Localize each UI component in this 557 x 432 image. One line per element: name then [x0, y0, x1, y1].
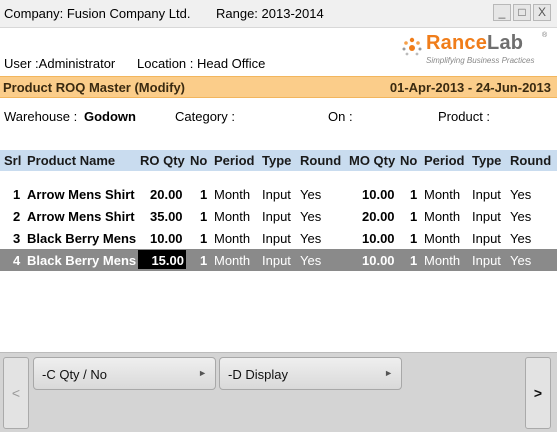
table-row[interactable]: 3 Black Berry Mens 10.00 1 Month Input Y…	[0, 227, 557, 249]
current-user: User :Administrator	[4, 56, 116, 71]
display-button[interactable]: -D Display ►	[219, 357, 402, 390]
cell-ro-type[interactable]: Input	[262, 187, 291, 202]
window-titlebar: Company: Fusion Company Ltd. Range: 2013…	[0, 0, 557, 28]
logo-brand-lab: Lab	[487, 32, 524, 54]
cell-srl: 3	[13, 231, 21, 246]
cell-product: Arrow Mens Shirt	[27, 209, 135, 224]
cell-mo-period[interactable]: Month	[424, 231, 460, 246]
cell-ro-no[interactable]: 1	[200, 253, 207, 268]
warehouse-label: Warehouse :	[4, 109, 78, 124]
cell-ro-round[interactable]: Yes	[300, 253, 321, 268]
cell-ro-no[interactable]: 1	[200, 209, 207, 224]
col-ro-period: Period	[214, 153, 255, 168]
col-ro-qty: RO Qty	[140, 153, 185, 168]
cell-mo-round[interactable]: Yes	[510, 253, 531, 268]
on-label: On :	[328, 109, 353, 124]
cell-ro-qty[interactable]: 20.00	[150, 187, 183, 202]
window-controls: _ □ X	[493, 4, 551, 21]
cell-ro-round[interactable]: Yes	[300, 187, 321, 202]
cell-ro-type[interactable]: Input	[262, 253, 291, 268]
col-mo-period: Period	[424, 153, 465, 168]
company-name: Company: Fusion Company Ltd.	[4, 6, 191, 21]
prev-page-button[interactable]: <	[3, 357, 29, 429]
function-key-bar: < -C Qty / No ► -D Display ► >	[0, 352, 557, 432]
cell-mo-type[interactable]: Input	[472, 253, 501, 268]
cell-ro-period[interactable]: Month	[214, 209, 250, 224]
cell-mo-period[interactable]: Month	[424, 253, 460, 268]
cell-ro-period[interactable]: Month	[214, 253, 250, 268]
cell-srl: 2	[13, 209, 21, 224]
ro-qty-edit-field[interactable]: 15.00	[138, 250, 186, 269]
cell-mo-period[interactable]: Month	[424, 209, 460, 224]
qty-no-button-label: -C Qty / No	[42, 367, 108, 382]
cell-mo-type[interactable]: Input	[472, 209, 501, 224]
category-label: Category :	[175, 109, 235, 124]
table-header: Srl Product Name RO Qty No Period Type R…	[0, 150, 557, 171]
cell-mo-round[interactable]: Yes	[510, 187, 531, 202]
cell-mo-qty[interactable]: 10.00	[362, 231, 395, 246]
display-button-label: -D Display	[228, 367, 288, 382]
next-page-button[interactable]: >	[525, 357, 551, 429]
cell-mo-qty[interactable]: 10.00	[362, 187, 395, 202]
chevron-right-icon: ►	[384, 368, 393, 378]
current-location: Location : Head Office	[137, 56, 266, 71]
col-ro-round: Round	[300, 153, 342, 168]
cell-mo-no[interactable]: 1	[410, 231, 417, 246]
col-mo-qty: MO Qty	[349, 153, 396, 168]
logo-dots-icon	[402, 37, 422, 56]
cell-product: Black Berry Mens	[27, 231, 137, 246]
cell-mo-no[interactable]: 1	[410, 253, 417, 268]
financial-range: Range: 2013-2014	[216, 6, 324, 21]
close-button[interactable]: X	[533, 4, 551, 21]
cell-mo-no[interactable]: 1	[410, 209, 417, 224]
rancelab-logo: RanceLab ® Simplifying Business Practice…	[400, 32, 550, 70]
cell-mo-qty[interactable]: 10.00	[362, 253, 395, 268]
col-srl: Srl	[4, 153, 22, 168]
cell-ro-no[interactable]: 1	[200, 187, 207, 202]
minimize-button[interactable]: _	[493, 4, 511, 21]
cell-ro-period[interactable]: Month	[214, 187, 250, 202]
screen-title: Product ROQ Master (Modify)	[3, 80, 186, 95]
col-mo-no: No	[400, 153, 418, 168]
logo-tagline: Simplifying Business Practices	[426, 56, 535, 65]
col-product-name: Product Name	[27, 153, 116, 168]
col-ro-no: No	[190, 153, 208, 168]
table-row-selected[interactable]: 4 Black Berry Mens 15.00 1 Month Input Y…	[0, 249, 557, 271]
cell-product: Arrow Mens Shirt	[27, 187, 135, 202]
cell-srl: 4	[13, 253, 21, 268]
filter-bar: Warehouse : Godown Category : On : Produ…	[0, 98, 557, 134]
cell-ro-qty[interactable]: 10.00	[150, 231, 183, 246]
col-mo-round: Round	[510, 153, 552, 168]
logo-registered-mark: ®	[542, 32, 548, 39]
product-label: Product :	[438, 109, 491, 124]
period-dates: 01-Apr-2013 - 24-Jun-2013	[389, 80, 551, 95]
logo-brand-rance: Rance	[426, 32, 488, 54]
screen-title-bar: Product ROQ Master (Modify) 01-Apr-2013 …	[0, 76, 557, 98]
cell-ro-no[interactable]: 1	[200, 231, 207, 246]
cell-mo-round[interactable]: Yes	[510, 231, 531, 246]
cell-mo-type[interactable]: Input	[472, 187, 501, 202]
cell-ro-round[interactable]: Yes	[300, 231, 321, 246]
table-row[interactable]: 1 Arrow Mens Shirt 20.00 1 Month Input Y…	[0, 183, 557, 205]
chevron-right-icon: ►	[198, 368, 207, 378]
cell-ro-type[interactable]: Input	[262, 209, 291, 224]
cell-mo-period[interactable]: Month	[424, 187, 460, 202]
cell-ro-qty[interactable]: 35.00	[150, 209, 183, 224]
cell-mo-no[interactable]: 1	[410, 187, 417, 202]
cell-ro-period[interactable]: Month	[214, 231, 250, 246]
cell-mo-type[interactable]: Input	[472, 231, 501, 246]
cell-mo-qty[interactable]: 20.00	[362, 209, 395, 224]
cell-srl: 1	[13, 187, 21, 202]
logo-brand: RanceLab	[426, 32, 523, 55]
cell-mo-round[interactable]: Yes	[510, 209, 531, 224]
qty-no-button[interactable]: -C Qty / No ►	[33, 357, 216, 390]
cell-ro-round[interactable]: Yes	[300, 209, 321, 224]
cell-product: Black Berry Mens	[27, 253, 137, 268]
warehouse-value[interactable]: Godown	[84, 109, 136, 124]
col-ro-type: Type	[262, 153, 292, 168]
cell-ro-type[interactable]: Input	[262, 231, 291, 246]
table-row[interactable]: 2 Arrow Mens Shirt 35.00 1 Month Input Y…	[0, 205, 557, 227]
maximize-button[interactable]: □	[513, 4, 531, 21]
col-mo-type: Type	[472, 153, 502, 168]
